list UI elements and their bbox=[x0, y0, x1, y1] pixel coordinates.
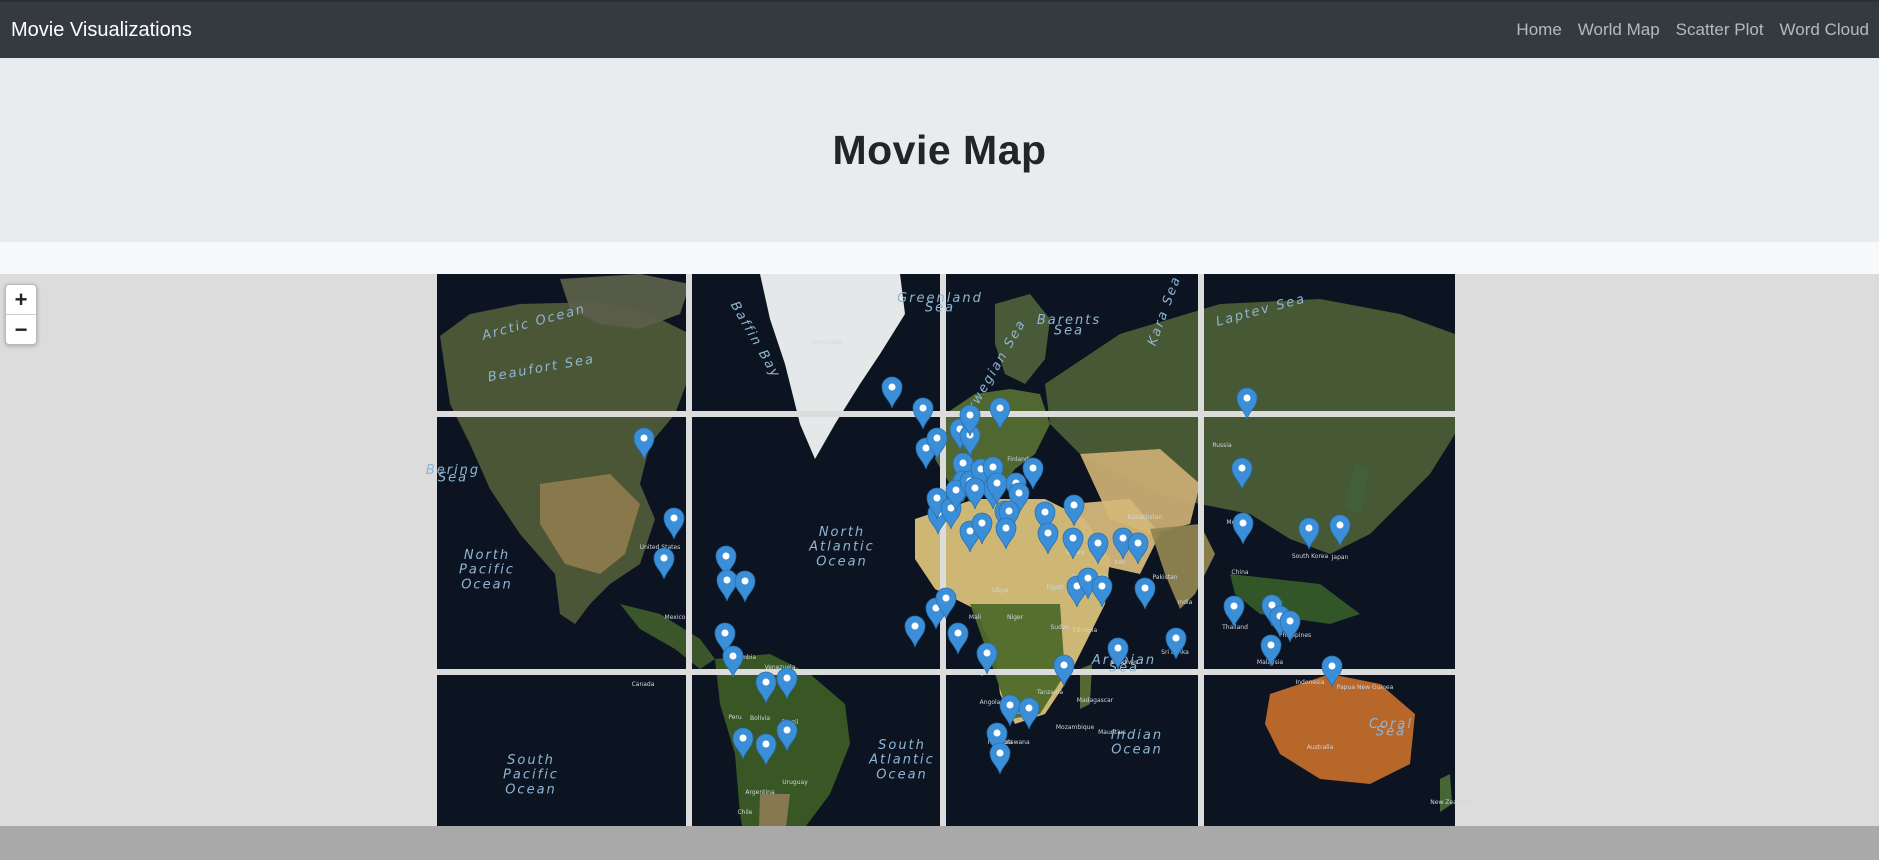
place-label: Mali bbox=[969, 614, 982, 621]
place-label: Ethiopia bbox=[1073, 627, 1098, 634]
place-label: Iran bbox=[1114, 559, 1126, 566]
world-map[interactable]: + − Arctic Ocean North Pacific Ocean North At… bbox=[0, 274, 1879, 860]
place-label: Tanzania bbox=[1036, 689, 1063, 696]
zoom-in-button[interactable]: + bbox=[6, 285, 36, 315]
place-label: Russia bbox=[1212, 442, 1232, 449]
zoom-out-button[interactable]: − bbox=[6, 315, 36, 344]
map-footer-bar bbox=[0, 826, 1879, 860]
tile-seam-v-1 bbox=[940, 274, 946, 860]
nav-home-link[interactable]: Home bbox=[1516, 20, 1561, 40]
place-label: Egypt bbox=[1046, 584, 1064, 591]
tile-seam-h-1 bbox=[437, 669, 1455, 675]
place-label: Argentina bbox=[745, 789, 775, 796]
place-label: Pakistan bbox=[1152, 574, 1177, 581]
ocean-label: North Pacific Ocean bbox=[459, 548, 515, 592]
place-label: Greenland bbox=[811, 339, 842, 346]
ocean-label: North Atlantic Ocean bbox=[808, 525, 875, 569]
place-label: New Zealand bbox=[1430, 799, 1470, 806]
place-label: Mexico bbox=[665, 614, 686, 621]
nav-links: Home World Map Scatter Plot Word Cloud bbox=[1516, 20, 1869, 40]
tile-seam-v-0 bbox=[686, 274, 692, 860]
ocean-label: South Atlantic Ocean bbox=[868, 738, 935, 782]
page-header: Movie Map bbox=[0, 58, 1879, 242]
tile-seam-v-2 bbox=[1198, 274, 1204, 860]
zoom-control: + − bbox=[5, 284, 37, 345]
page-title: Movie Map bbox=[832, 126, 1047, 173]
place-label: Papua New Guinea bbox=[1337, 684, 1394, 691]
tile-seam-h-0 bbox=[437, 411, 1455, 417]
brand-link[interactable]: Movie Visualizations bbox=[11, 19, 192, 42]
spacer-strip bbox=[0, 242, 1879, 274]
place-label: Peru bbox=[728, 714, 742, 721]
place-label: Niger bbox=[1007, 614, 1024, 621]
place-label: Bolivia bbox=[750, 715, 770, 722]
nav-word-cloud-link[interactable]: Word Cloud bbox=[1780, 20, 1869, 40]
place-label: Indonesia bbox=[1295, 679, 1324, 686]
place-label: Australia bbox=[1307, 744, 1334, 751]
place-label: Madagascar bbox=[1077, 697, 1114, 704]
place-label: Canada bbox=[632, 681, 655, 688]
place-label: Uruguay bbox=[782, 779, 808, 786]
navbar: Movie Visualizations Home World Map Scat… bbox=[0, 0, 1879, 58]
place-label: Chile bbox=[737, 809, 752, 816]
nav-scatter-plot-link[interactable]: Scatter Plot bbox=[1676, 20, 1764, 40]
place-label: South Korea bbox=[1292, 553, 1329, 560]
place-label: Sudan bbox=[1051, 624, 1070, 631]
place-label: Libya bbox=[992, 587, 1008, 594]
ocean-label: South Pacific Ocean bbox=[503, 753, 559, 797]
place-label: China bbox=[1231, 569, 1248, 576]
place-label: Mozambique bbox=[1056, 724, 1095, 731]
nav-world-map-link[interactable]: World Map bbox=[1578, 20, 1660, 40]
place-label: Japan bbox=[1331, 554, 1349, 561]
place-label: India bbox=[1178, 599, 1193, 606]
place-label: Kazakhstan bbox=[1128, 514, 1163, 521]
place-label: Angola bbox=[980, 699, 1001, 706]
place-label: Mauritius bbox=[1098, 729, 1126, 736]
map-tiles-svg[interactable]: Arctic OceanNorth Pacific OceanNorth Atlant… bbox=[0, 274, 1879, 860]
